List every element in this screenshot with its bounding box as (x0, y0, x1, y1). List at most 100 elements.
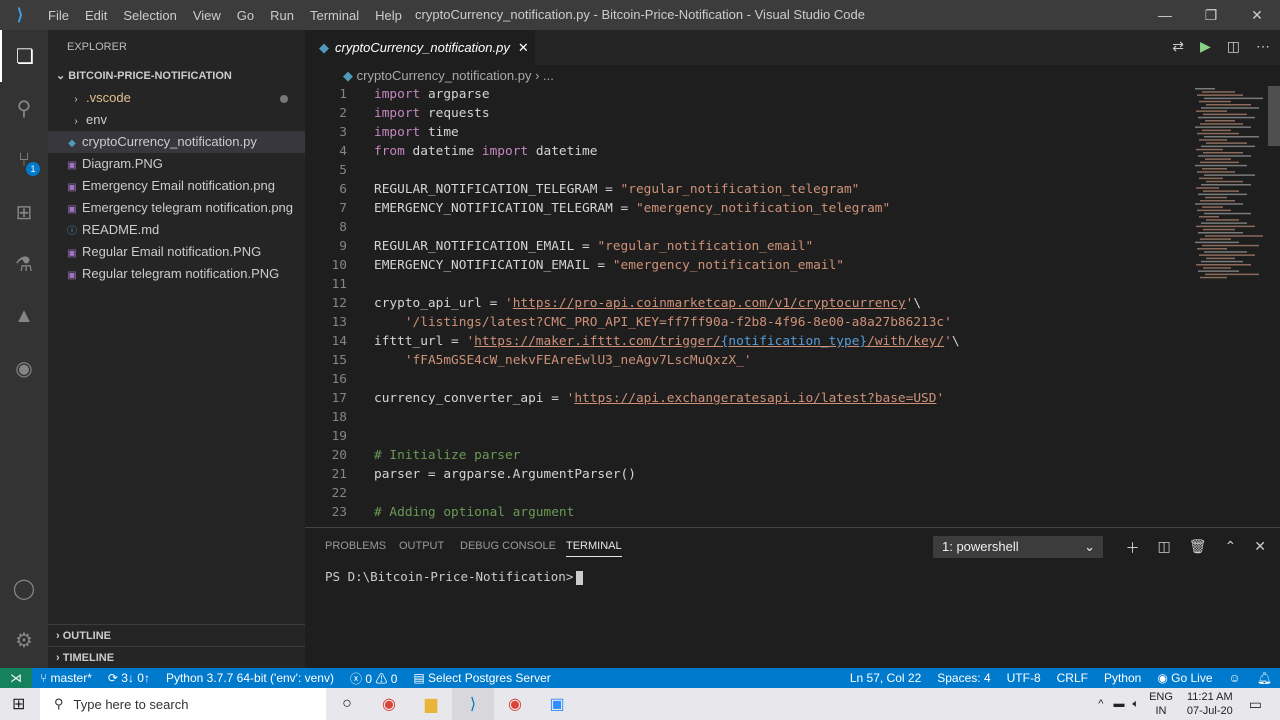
tab-output[interactable]: OUTPUT (399, 540, 444, 552)
file-item[interactable]: ▣ Diagram.PNG (48, 153, 305, 175)
azure-icon[interactable]: ▲ (0, 290, 48, 342)
postgres-label: Select Postgres Server (428, 671, 551, 685)
minimize-button[interactable]: — (1142, 0, 1188, 30)
run-icon[interactable]: ▶ (1200, 38, 1211, 55)
go-live-button[interactable]: ◉ Go Live (1149, 671, 1220, 685)
code-line: REGULAR_NOTIFICATION_EMAIL = "regular_no… (374, 239, 813, 254)
minimap-line (1202, 206, 1223, 208)
file-item[interactable]: ▣ Emergency telegram notification.png (48, 197, 305, 219)
outline-section[interactable]: › OUTLINE (48, 624, 305, 646)
code-token: requests (420, 106, 490, 121)
breadcrumb-symbol[interactable]: ... (543, 68, 554, 83)
chrome-icon[interactable]: ◉ (368, 688, 410, 720)
menu-terminal[interactable]: Terminal (302, 8, 367, 23)
minimap-line (1206, 104, 1251, 106)
terminal-select[interactable]: 1: powershell ⌄ (933, 536, 1103, 558)
tray-chevron-icon[interactable]: ^ (1098, 698, 1103, 710)
code-line: '/listings/latest?CMC_PRO_API_KEY=ff7ff9… (374, 315, 952, 330)
file-explorer-icon[interactable]: ▆ (410, 688, 452, 720)
close-tab-icon[interactable]: ✕ (518, 40, 529, 56)
tab-active-file[interactable]: ◆ cryptoCurrency_notification.py ✕ (305, 30, 535, 65)
code-token: import (374, 125, 421, 140)
postgres-icon[interactable]: ◉ (0, 342, 48, 394)
interpreter-status[interactable]: Python 3.7.7 64-bit ('env': venv) (158, 671, 342, 685)
cursor-position[interactable]: Ln 57, Col 22 (842, 671, 929, 685)
cortana-icon[interactable]: ○ (326, 688, 368, 720)
breadcrumb-file[interactable]: cryptoCurrency_notification.py (357, 68, 532, 83)
settings-gear-icon[interactable]: ⚙ (0, 614, 48, 666)
minimap-line (1197, 248, 1227, 250)
volume-icon[interactable]: 🔈︎ (1132, 698, 1139, 711)
action-center-icon[interactable]: ▭ (1249, 696, 1262, 713)
chrome-icon[interactable]: ◉ (494, 688, 536, 720)
file-item[interactable]: › .vscode (48, 87, 305, 109)
file-item[interactable]: › env (48, 109, 305, 131)
compare-changes-icon[interactable]: ⇄ (1172, 38, 1184, 55)
feedback-icon[interactable]: ☺ (1221, 671, 1249, 685)
tab-terminal[interactable]: TERMINAL (566, 540, 622, 557)
maximize-panel-icon[interactable]: ⌃ (1225, 538, 1237, 558)
go-live-label: Go Live (1171, 671, 1213, 685)
remote-icon[interactable]: ⋊ (0, 668, 32, 688)
folder-header[interactable]: ⌄ BITCOIN-PRICE-NOTIFICATION (48, 65, 305, 87)
clock[interactable]: 11:21 AM 07-Jul-20 (1187, 690, 1233, 718)
warning-count: 0 (390, 671, 398, 686)
close-window-button[interactable]: ✕ (1234, 0, 1280, 30)
menu-run[interactable]: Run (262, 8, 302, 23)
vscode-taskbar-icon[interactable]: ⟩ (452, 688, 494, 720)
tab-problems[interactable]: PROBLEMS (325, 540, 386, 552)
split-editor-icon[interactable]: ◫ (1227, 38, 1240, 55)
new-terminal-icon[interactable]: ＋ (1126, 538, 1140, 558)
explorer-icon[interactable]: ❏ (0, 30, 48, 82)
split-terminal-icon[interactable]: ◫ (1158, 538, 1171, 558)
sync-status[interactable]: ⟳ 3↓ 0↑ (100, 671, 158, 685)
minimap-line (1197, 209, 1231, 212)
indentation[interactable]: Spaces: 4 (929, 671, 998, 685)
restore-button[interactable]: ❐ (1188, 0, 1234, 30)
trash-icon[interactable]: 🗑 (1189, 538, 1207, 558)
search-icon[interactable]: ⚲ (0, 82, 48, 134)
code-line: crypto_api_url = 'https://pro-api.coinma… (374, 296, 921, 311)
encoding[interactable]: UTF-8 (999, 671, 1049, 685)
zoom-icon[interactable]: ▣ (536, 688, 578, 720)
line-ending[interactable]: CRLF (1049, 671, 1096, 685)
input-language[interactable]: ENG IN (1149, 690, 1173, 718)
close-panel-icon[interactable]: ✕ (1254, 538, 1266, 558)
file-item[interactable]: ▣ Regular Email notification.PNG (48, 241, 305, 263)
menu-edit[interactable]: Edit (77, 8, 115, 23)
file-item[interactable]: ▣ Regular telegram notification.PNG (48, 263, 305, 285)
minimap[interactable] (1185, 86, 1267, 526)
source-control-icon[interactable]: ⑂ 1 (0, 134, 48, 186)
testing-icon[interactable]: ⚗ (0, 238, 48, 290)
timeline-section[interactable]: › TIMELINE (48, 646, 305, 668)
line-number: 8 (339, 220, 347, 235)
minimap-line (1197, 171, 1235, 173)
more-actions-icon[interactable]: ⋯ (1256, 38, 1270, 55)
postgres-status[interactable]: ▤ Select Postgres Server (405, 671, 558, 685)
account-icon[interactable]: ◯ (0, 562, 48, 614)
terminal-prompt[interactable]: PS D:\Bitcoin-Price-Notification> (325, 569, 584, 585)
taskbar-search[interactable]: ⚲ Type here to search (40, 688, 326, 720)
menu-view[interactable]: View (185, 8, 229, 23)
code-token: ifttt_url = (374, 334, 467, 349)
windows-start-icon[interactable]: ⊞ (12, 694, 25, 714)
file-item[interactable]: ⓘ README.md (48, 219, 305, 241)
problems-status[interactable]: ⓧ 0 ⚠ 0 (342, 670, 405, 687)
branch-status[interactable]: ⑂ master* (32, 671, 100, 685)
status-bar: ⋊ ⑂ master* ⟳ 3↓ 0↑ Python 3.7.7 64-bit … (0, 668, 1280, 688)
extensions-icon[interactable]: ⊞ (0, 186, 48, 238)
file-item[interactable]: ▣ Emergency Email notification.png (48, 175, 305, 197)
notifications-bell-icon[interactable]: 🔔︎ (1249, 671, 1280, 685)
menu-go[interactable]: Go (229, 8, 262, 23)
code-token: https://pro-api.coinmarketcap.com/v1/cry… (512, 296, 906, 311)
menu-help[interactable]: Help (367, 8, 410, 23)
editor-scrollbar[interactable] (1268, 86, 1280, 146)
menu-file[interactable]: File (40, 8, 77, 23)
code-editor[interactable]: 1 import argparse 2 import requests 3 import … (305, 86, 1185, 526)
minimap-line (1203, 228, 1235, 231)
language-mode[interactable]: Python (1096, 671, 1149, 685)
battery-icon[interactable]: ▬ (1113, 698, 1124, 710)
file-item[interactable]: ◆ cryptoCurrency_notification.py (48, 131, 305, 153)
menu-selection[interactable]: Selection (115, 8, 184, 23)
tab-debug-console[interactable]: DEBUG CONSOLE (460, 540, 556, 552)
